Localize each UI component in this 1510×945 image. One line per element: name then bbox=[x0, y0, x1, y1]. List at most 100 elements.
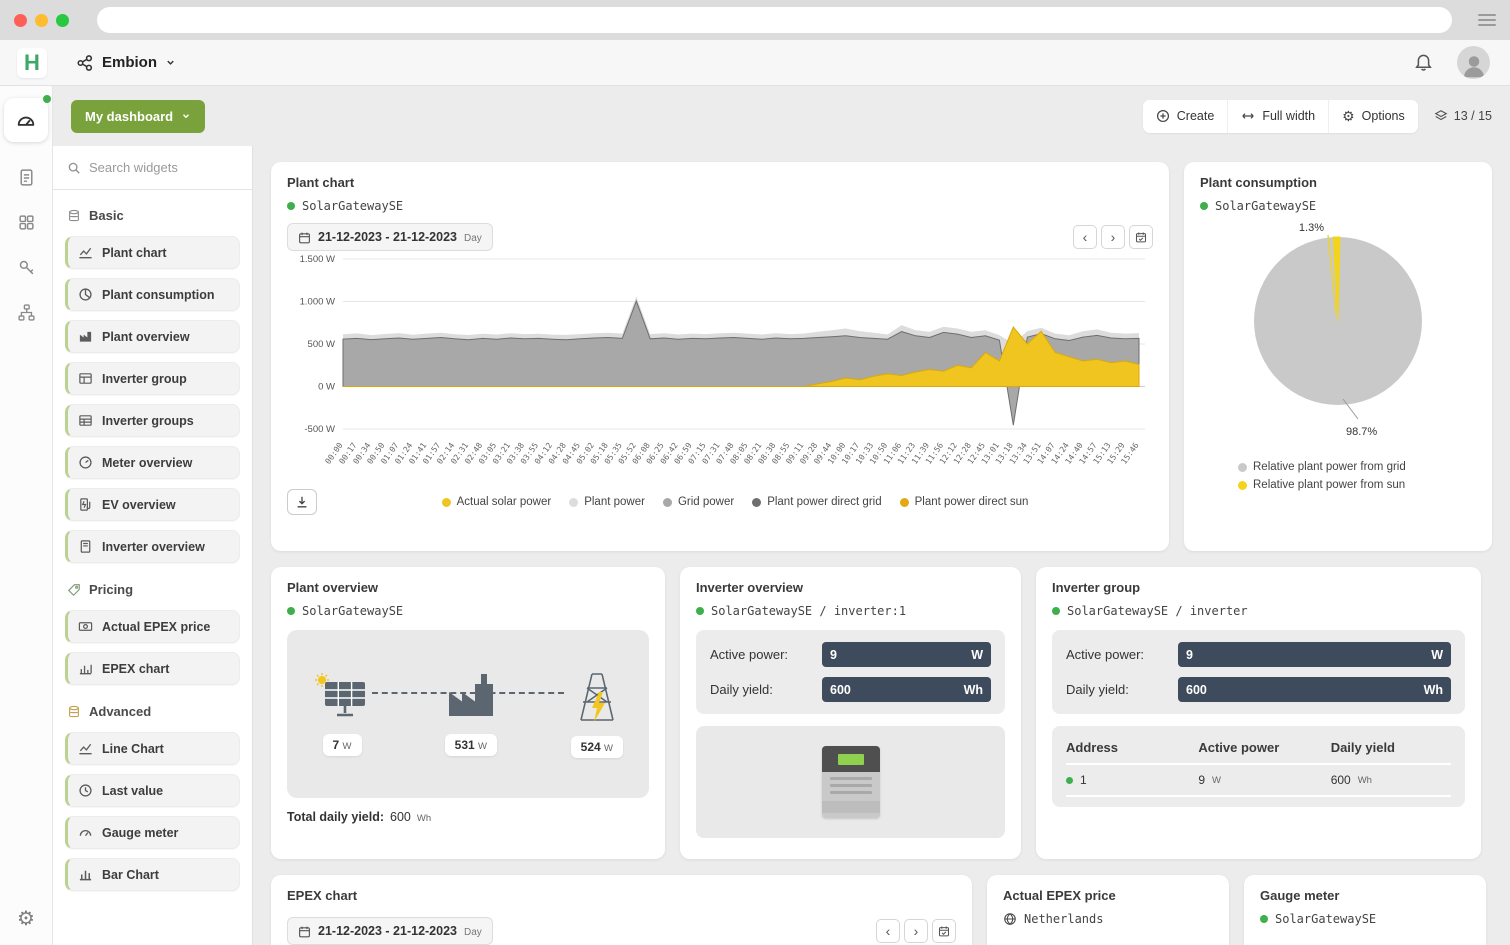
globe-icon bbox=[1003, 912, 1017, 926]
window-minimize-button[interactable] bbox=[35, 14, 48, 27]
status-dot bbox=[1260, 915, 1268, 923]
svg-text:-500 W: -500 W bbox=[304, 424, 335, 435]
bar-chart-icon bbox=[78, 867, 93, 882]
widget-inverter-group: Inverter group SolarGatewaySE / inverter… bbox=[1036, 567, 1481, 859]
region-label: Netherlands bbox=[1024, 912, 1103, 926]
widget-sidebar: Basic Plant chart Plant consumption Plan… bbox=[53, 146, 253, 945]
sidebar-item-bar-chart[interactable]: Bar Chart bbox=[65, 858, 240, 891]
calendar-button[interactable] bbox=[1129, 225, 1153, 249]
options-button[interactable]: ⚙ Options bbox=[1329, 100, 1418, 133]
gear-icon: ⚙ bbox=[1342, 108, 1355, 125]
solar-power-value: 7 W bbox=[323, 734, 362, 756]
window-zoom-button[interactable] bbox=[56, 14, 69, 27]
sidebar-item-plant-overview[interactable]: Plant overview bbox=[65, 320, 240, 353]
download-button[interactable] bbox=[287, 489, 317, 515]
rail-item-apps[interactable] bbox=[17, 213, 36, 232]
sidebar-item-line-chart[interactable]: Line Chart bbox=[65, 732, 240, 765]
widget-title: Gauge meter bbox=[1260, 888, 1470, 903]
next-period-button[interactable]: › bbox=[904, 919, 928, 943]
consumption-pie-chart[interactable]: 1.3%98.7% bbox=[1200, 215, 1476, 455]
legend-dot bbox=[900, 498, 909, 507]
energy-flow-panel: 7 W 531 W bbox=[287, 630, 649, 798]
active-dot bbox=[43, 95, 51, 103]
browser-chrome bbox=[0, 0, 1510, 40]
stack-icon bbox=[67, 209, 81, 223]
widget-title: Actual EPEX price bbox=[1003, 888, 1213, 903]
date-range-picker[interactable]: 21-12-2023 - 21-12-2023 Day bbox=[287, 917, 493, 945]
widget-plant-consumption: Plant consumption SolarGatewaySE 1.3%98.… bbox=[1184, 162, 1492, 551]
device-source: SolarGatewaySE bbox=[1275, 912, 1376, 926]
sidebar-item-meter-overview[interactable]: Meter overview bbox=[65, 446, 240, 479]
browser-menu-icon[interactable] bbox=[1478, 14, 1496, 26]
user-avatar[interactable] bbox=[1457, 46, 1490, 79]
total-daily-yield: Total daily yield: 600 Wh bbox=[287, 810, 649, 824]
prev-period-button[interactable]: ‹ bbox=[1073, 225, 1097, 249]
active-power-value: 9W bbox=[1178, 642, 1451, 667]
legend-dot bbox=[1238, 481, 1247, 490]
gauge-icon bbox=[78, 825, 93, 840]
content-header: My dashboard Create Full width ⚙ Option bbox=[53, 86, 1510, 146]
sidebar-item-inverter-groups[interactable]: Inverter groups bbox=[65, 404, 240, 437]
prev-period-button[interactable]: ‹ bbox=[876, 919, 900, 943]
daily-yield-value: 600Wh bbox=[1178, 677, 1451, 702]
factory-icon bbox=[78, 329, 93, 344]
org-switcher[interactable]: Embion bbox=[76, 54, 176, 72]
widget-counter: 13 / 15 bbox=[1434, 109, 1492, 123]
window-close-button[interactable] bbox=[14, 14, 27, 27]
svg-text:1.000 W: 1.000 W bbox=[300, 297, 335, 308]
dashboard-selector-button[interactable]: My dashboard bbox=[71, 100, 205, 133]
daily-yield-row: Daily yield: 600Wh bbox=[710, 677, 991, 702]
line-chart-icon bbox=[78, 245, 93, 260]
chevron-down-icon bbox=[165, 57, 176, 68]
section-header-pricing: Pricing bbox=[65, 572, 240, 601]
sidebar-item-inverter-group[interactable]: Inverter group bbox=[65, 362, 240, 395]
settings-gear-icon[interactable]: ⚙ bbox=[17, 906, 35, 931]
status-dot bbox=[1200, 202, 1208, 210]
ev-charger-icon bbox=[78, 497, 93, 512]
svg-text:98.7%: 98.7% bbox=[1346, 426, 1377, 438]
icon-rail: ⚙ bbox=[0, 86, 53, 945]
widget-title: Inverter overview bbox=[696, 580, 1005, 595]
download-icon bbox=[295, 495, 309, 509]
rail-item-dashboard[interactable] bbox=[4, 98, 48, 142]
sidebar-item-plant-chart[interactable]: Plant chart bbox=[65, 236, 240, 269]
rail-item-hierarchy[interactable] bbox=[17, 303, 36, 322]
date-range-picker[interactable]: 21-12-2023 - 21-12-2023 Day bbox=[287, 223, 493, 251]
search-input[interactable] bbox=[89, 160, 219, 175]
full-width-button[interactable]: Full width bbox=[1228, 100, 1329, 133]
org-name: Embion bbox=[102, 54, 157, 71]
grid-tower-icon bbox=[572, 670, 622, 722]
dashboard-canvas: Plant chart SolarGatewaySE 21-12-2023 - … bbox=[253, 146, 1510, 945]
table-row[interactable]: 1 9W 600Wh bbox=[1066, 765, 1451, 797]
inverter-screen bbox=[838, 754, 864, 765]
create-button[interactable]: Create bbox=[1143, 100, 1229, 133]
calendar-icon bbox=[938, 925, 950, 937]
sidebar-item-epex-chart[interactable]: EPEX chart bbox=[65, 652, 240, 685]
banknote-icon bbox=[78, 619, 93, 634]
sidebar-item-actual-epex-price[interactable]: Actual EPEX price bbox=[65, 610, 240, 643]
clock-icon bbox=[78, 783, 93, 798]
svg-text:0 W: 0 W bbox=[318, 382, 335, 393]
rail-item-reports[interactable] bbox=[17, 168, 36, 187]
svg-text:500 W: 500 W bbox=[308, 339, 335, 350]
widget-plant-chart: Plant chart SolarGatewaySE 21-12-2023 - … bbox=[271, 162, 1169, 551]
grid-node: 524 W bbox=[571, 670, 623, 758]
plant-chart-plot[interactable]: 1.500 W1.000 W500 W0 W-500 W00:0000:1700… bbox=[287, 251, 1153, 487]
pie-legend: Relative plant power from grid Relative … bbox=[1238, 461, 1438, 491]
meter-icon bbox=[78, 455, 93, 470]
next-period-button[interactable]: › bbox=[1101, 225, 1125, 249]
sidebar-item-last-value[interactable]: Last value bbox=[65, 774, 240, 807]
rail-item-access-keys[interactable] bbox=[17, 258, 36, 277]
search-icon bbox=[67, 161, 81, 175]
daily-yield-row: Daily yield: 600Wh bbox=[1066, 677, 1451, 702]
sidebar-item-plant-consumption[interactable]: Plant consumption bbox=[65, 278, 240, 311]
factory-icon bbox=[445, 672, 497, 720]
notifications-bell-icon[interactable] bbox=[1414, 53, 1433, 72]
sidebar-item-inverter-overview[interactable]: Inverter overview bbox=[65, 530, 240, 563]
sidebar-item-gauge-meter[interactable]: Gauge meter bbox=[65, 816, 240, 849]
calendar-button[interactable] bbox=[932, 919, 956, 943]
url-bar[interactable] bbox=[97, 7, 1452, 33]
app-topbar: H Embion bbox=[0, 40, 1510, 86]
sidebar-item-ev-overview[interactable]: EV overview bbox=[65, 488, 240, 521]
app-logo[interactable]: H bbox=[17, 48, 47, 78]
